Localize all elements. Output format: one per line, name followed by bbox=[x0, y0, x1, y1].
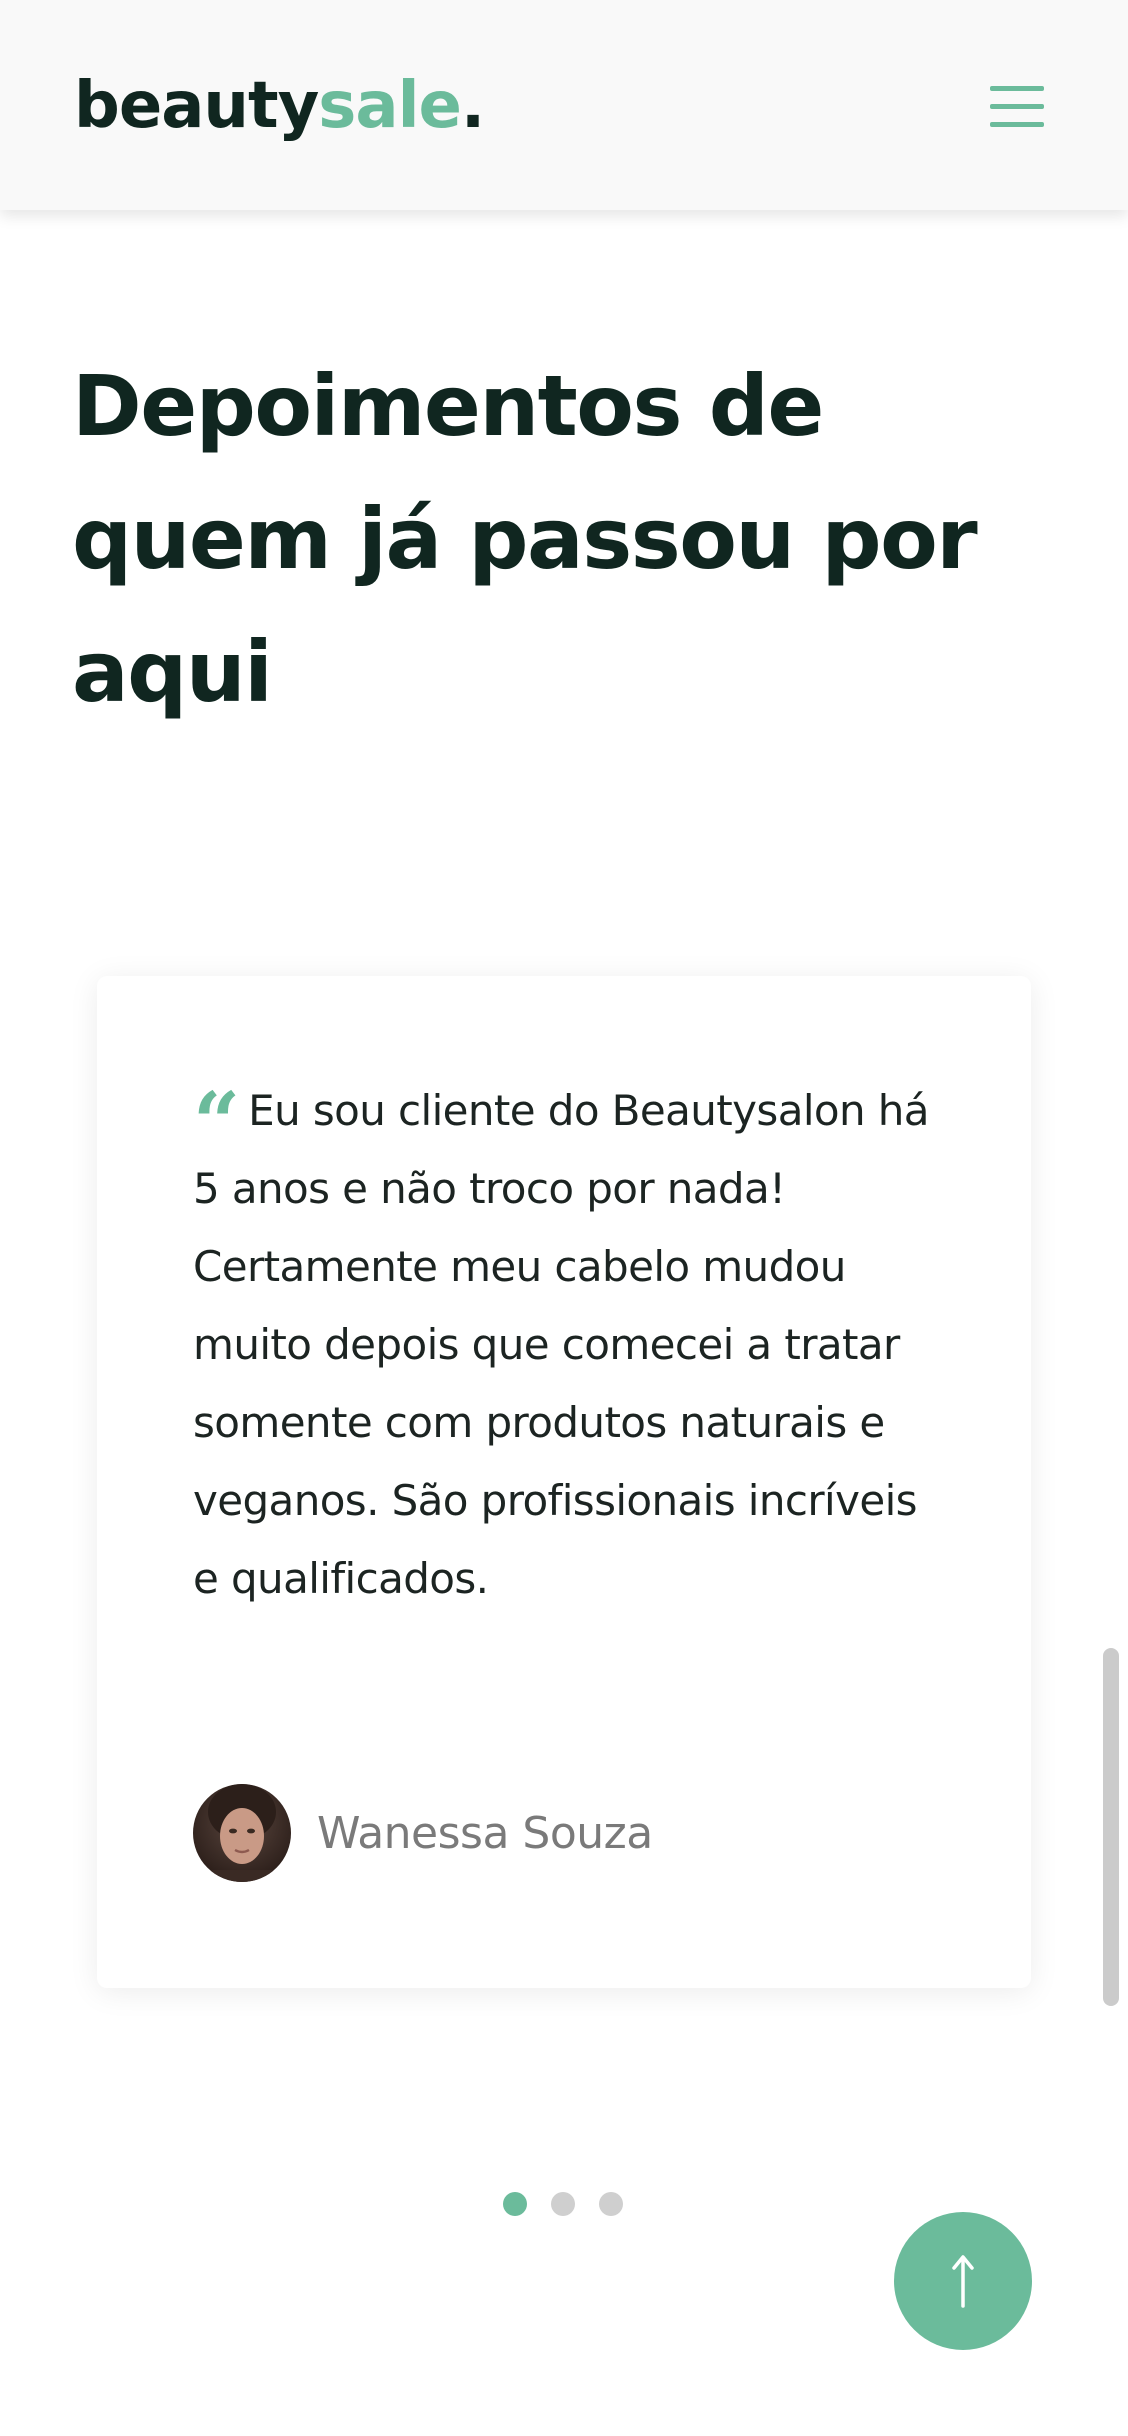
carousel-pagination bbox=[503, 2192, 623, 2216]
menu-bar-top bbox=[990, 86, 1044, 91]
quote-icon: “ bbox=[193, 1075, 240, 1171]
testimonial-quote: “Eu sou cliente do Beautysalon há 5 anos… bbox=[193, 1072, 943, 1618]
back-to-top-button[interactable] bbox=[894, 2212, 1032, 2350]
scrollbar-thumb[interactable] bbox=[1103, 1648, 1119, 2006]
testimonial-text: Eu sou cliente do Beautysalon há 5 anos … bbox=[193, 1086, 930, 1603]
author-name: Wanessa Souza bbox=[317, 1807, 653, 1859]
brand-logo[interactable]: beautysale. bbox=[74, 66, 485, 146]
testimonial-card: “Eu sou cliente do Beautysalon há 5 anos… bbox=[97, 976, 1031, 1988]
logo-text-dot: . bbox=[460, 69, 485, 143]
arrow-up-icon bbox=[952, 2255, 974, 2308]
section-title: Depoimentos de quem já passou por aqui bbox=[72, 357, 978, 721]
menu-bar-middle bbox=[990, 104, 1044, 109]
logo-text-sale: sale bbox=[318, 69, 462, 143]
site-header: beautysale. bbox=[0, 0, 1128, 210]
carousel-dot-1[interactable] bbox=[503, 2192, 527, 2216]
testimonial-author: Wanessa Souza bbox=[193, 1784, 653, 1882]
logo-text-beauty: beauty bbox=[74, 69, 319, 143]
carousel-dot-2[interactable] bbox=[551, 2192, 575, 2216]
carousel-dot-3[interactable] bbox=[599, 2192, 623, 2216]
menu-bar-bottom bbox=[990, 122, 1044, 127]
hamburger-menu-icon[interactable] bbox=[982, 78, 1052, 136]
avatar bbox=[193, 1784, 291, 1882]
